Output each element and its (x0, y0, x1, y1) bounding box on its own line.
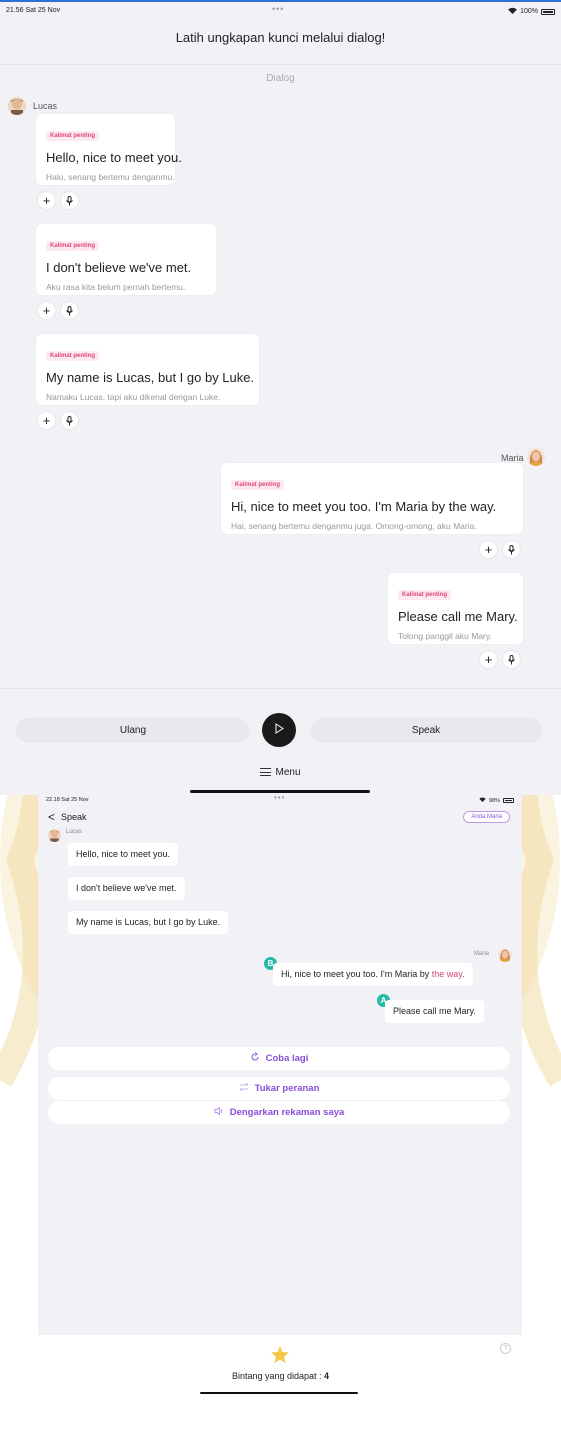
back-button[interactable]: < Speak (48, 811, 87, 823)
chevron-left-icon: < (48, 810, 56, 824)
hamburger-icon (260, 768, 272, 777)
mispronounced-highlight: the way. (431, 969, 465, 979)
switch-role-label: Tukar peranan (254, 1083, 320, 1094)
plus-icon[interactable]: + (38, 412, 55, 429)
status-bar: 22.18 Sat 25 Nov ••• 98% (38, 793, 522, 805)
message-card[interactable]: Kalimat penting Hello, nice to meet you.… (36, 114, 182, 185)
plus-icon[interactable]: + (38, 192, 55, 209)
retry-button[interactable]: Coba lagi (48, 1047, 510, 1070)
status-time: 21.56 Sat 25 Nov (6, 7, 61, 14)
translation-text: Aku rasa kita belum pernah bertemu. (46, 282, 186, 292)
lucas-avatar (8, 97, 26, 115)
status-time: 22.18 Sat 25 Nov (46, 797, 89, 803)
english-sentence: Hi, nice to meet you too. I'm Maria by t… (231, 499, 497, 514)
maria-avatar (498, 948, 512, 962)
stars-earned: Bintang yang didapat : 4 (0, 1371, 561, 1381)
message-controls: + (38, 412, 78, 429)
speaker-icon (214, 1106, 224, 1119)
speak-result-screen: 22.18 Sat 25 Nov ••• 98% < Speak Anda Ma… (38, 793, 522, 1335)
stars-count: 4 (324, 1371, 330, 1381)
plus-icon[interactable]: + (480, 541, 497, 558)
english-sentence: My name is Lucas, but I go by Luke. (46, 370, 255, 385)
speak-button[interactable]: Speak (310, 718, 542, 743)
microphone-icon[interactable] (61, 412, 78, 429)
english-sentence: Hello, nice to meet you. (46, 150, 182, 165)
microphone-icon[interactable] (61, 302, 78, 319)
english-sentence: I don't believe we've met. (46, 260, 192, 275)
battery-icon (541, 8, 555, 15)
multitask-dots[interactable]: ••• (274, 793, 285, 802)
multitask-dots[interactable]: ••• (272, 4, 284, 14)
menu-button[interactable]: Menu (0, 767, 561, 778)
key-phrase-tag: Kalimat penting (398, 590, 452, 600)
message-card[interactable]: Kalimat penting My name is Lucas, but I … (36, 334, 259, 405)
status-bar: 21.56 Sat 25 Nov ••• 100% (0, 4, 561, 18)
battery-icon (503, 798, 514, 803)
menu-label: Menu (275, 767, 301, 778)
dialog-bubble: My name is Lucas, but I go by Luke. (68, 911, 229, 934)
plus-icon[interactable]: + (480, 651, 497, 668)
speaker-name-maria: Maria (474, 951, 490, 957)
lucas-avatar (48, 829, 61, 842)
microphone-icon[interactable] (61, 192, 78, 209)
bubble-text: Hi, nice to meet you too. I'm Maria by (281, 969, 432, 979)
help-icon[interactable]: ? (500, 1343, 511, 1354)
wifi-icon (479, 797, 486, 804)
speaker-name-lucas: Lucas (33, 101, 58, 111)
play-button[interactable] (262, 713, 296, 747)
wifi-icon (508, 7, 518, 16)
key-phrase-tag: Kalimat penting (46, 131, 100, 141)
battery-percent: 98% (488, 797, 500, 804)
key-phrase-tag: Kalimat penting (231, 480, 285, 490)
plus-icon[interactable]: + (38, 302, 55, 319)
message-controls: + (480, 651, 520, 668)
repeat-button[interactable]: Ulang (16, 718, 250, 743)
key-phrase-tag: Kalimat penting (46, 351, 100, 361)
message-card[interactable]: Kalimat penting I don't believe we've me… (36, 224, 216, 295)
listen-label: Dengarkan rekaman saya (229, 1107, 345, 1118)
message-controls: + (480, 541, 520, 558)
retry-label: Coba lagi (265, 1053, 309, 1064)
battery-percent: 100% (520, 8, 538, 15)
message-controls: + (38, 302, 78, 319)
play-icon (274, 721, 284, 739)
dialog-bubble-maria: Hi, nice to meet you too. I'm Maria by t… (273, 963, 473, 986)
maria-avatar (527, 448, 545, 466)
microphone-icon[interactable] (503, 651, 520, 668)
role-badge[interactable]: Anda Maria (463, 811, 510, 823)
translation-text: Namaku Lucas, tapi aku dikenal dengan Lu… (46, 392, 221, 402)
message-card[interactable]: Kalimat penting Please call me Mary. Tol… (388, 573, 523, 644)
microphone-icon[interactable] (503, 541, 520, 558)
dialog-bubble: Hello, nice to meet you. (68, 843, 179, 866)
home-indicator (200, 1392, 358, 1394)
divider (0, 688, 561, 689)
message-controls: + (38, 192, 78, 209)
translation-text: Halo, senang bertemu denganmu. (46, 172, 175, 182)
message-card[interactable]: Kalimat penting Hi, nice to meet you too… (221, 463, 523, 534)
switch-role-button[interactable]: Tukar peranan (48, 1077, 510, 1100)
key-phrase-tag: Kalimat penting (46, 241, 100, 251)
dialog-bubble-maria: Please call me Mary. (385, 1000, 484, 1023)
dialog-bubble: I don't believe we've met. (68, 877, 185, 900)
translation-text: Hai, senang bertemu denganmu juga. Omong… (231, 521, 477, 531)
speaker-name-maria: Maria (501, 453, 524, 463)
speaker-name-lucas: Lucas (66, 829, 83, 835)
page-title: Latih ungkapan kunci melalui dialog! (175, 30, 386, 45)
translation-text: Tolong panggil aku Mary. (398, 631, 492, 641)
divider (0, 64, 561, 65)
section-label: Dialog (266, 73, 295, 84)
back-label: Speak (61, 812, 87, 822)
listen-recording-button[interactable]: Dengarkan rekaman saya (48, 1101, 510, 1124)
stars-label: Bintang yang didapat : (231, 1371, 325, 1381)
english-sentence: Please call me Mary. (398, 609, 518, 624)
dialog-screen: 21.56 Sat 25 Nov ••• 100% Latih ungkapan… (0, 0, 561, 795)
star-icon (271, 1346, 289, 1363)
refresh-icon (250, 1052, 260, 1065)
swap-icon (239, 1082, 249, 1095)
